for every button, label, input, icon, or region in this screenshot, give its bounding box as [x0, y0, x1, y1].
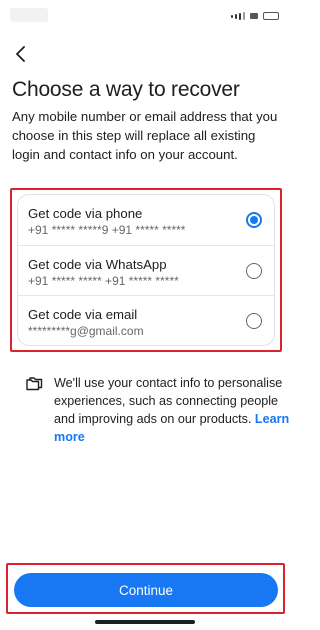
status-bar: [0, 0, 291, 34]
page-title: Choose a way to recover: [12, 78, 240, 101]
option-email[interactable]: Get code via email *********g@gmail.com: [18, 295, 274, 345]
back-button[interactable]: [10, 42, 32, 66]
status-icons: [231, 12, 279, 20]
continue-highlight: Continue: [6, 563, 285, 614]
option-label: Get code via email: [28, 307, 138, 322]
chevron-left-icon: [16, 46, 25, 62]
info-text-body: We'll use your contact info to personali…: [54, 376, 283, 426]
folders-icon: [26, 377, 43, 391]
option-label: Get code via WhatsApp: [28, 257, 167, 272]
option-whatsapp[interactable]: Get code via WhatsApp +91 ***** ***** +9…: [18, 245, 274, 295]
status-time-placeholder: [10, 8, 48, 22]
radio-unselected[interactable]: [246, 263, 262, 279]
radio-unselected[interactable]: [246, 313, 262, 329]
recovery-options-card: Get code via phone +91 ***** *****9 +91 …: [17, 194, 275, 346]
continue-button[interactable]: Continue: [14, 573, 278, 607]
option-label: Get code via phone: [28, 206, 143, 221]
option-detail: *********g@gmail.com: [28, 324, 144, 338]
option-phone[interactable]: Get code via phone +91 ***** *****9 +91 …: [18, 195, 274, 245]
option-detail: +91 ***** ***** +91 ***** *****: [28, 274, 179, 288]
wifi-icon: [250, 13, 258, 19]
radio-selected[interactable]: [246, 212, 262, 228]
page-description: Any mobile number or email address that …: [12, 109, 278, 162]
recovery-options-highlight: Get code via phone +91 ***** *****9 +91 …: [10, 188, 282, 352]
home-indicator: [95, 620, 195, 624]
option-detail: +91 ***** *****9 +91 ***** *****: [28, 223, 186, 237]
battery-icon: [263, 12, 279, 20]
info-text: We'll use your contact info to personali…: [54, 374, 290, 446]
